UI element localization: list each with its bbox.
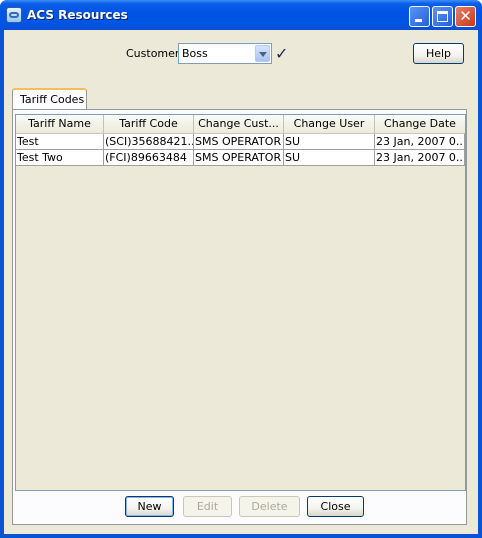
cell-change-customer: SMS OPERATOR: [194, 134, 284, 150]
tab-tariff-codes-label: Tariff Codes: [20, 93, 85, 106]
cell-change-user: SU: [284, 134, 375, 150]
cell-change-date: 23 Jan, 2007 0...: [375, 134, 465, 150]
customer-select[interactable]: Boss: [178, 43, 272, 64]
new-button[interactable]: New: [125, 496, 174, 517]
column-header-tariff-name[interactable]: Tariff Name: [16, 115, 104, 133]
window-title: ACS Resources: [27, 8, 128, 22]
cell-tariff-name: Test: [16, 134, 104, 150]
close-icon: ✕: [459, 7, 472, 25]
cell-tariff-name: Test Two: [16, 150, 104, 166]
checkmark-icon: ✓: [275, 44, 289, 63]
cell-tariff-code: (FCI)89663484: [104, 150, 194, 166]
table-row[interactable]: Test (SCI)35688421... SMS OPERATOR SU 23…: [16, 134, 465, 150]
tariff-codes-table[interactable]: Tariff Name Tariff Code Change Cust... C…: [15, 114, 466, 491]
help-button[interactable]: Help: [413, 43, 464, 64]
maximize-button[interactable]: [432, 6, 453, 27]
cell-change-customer: SMS OPERATOR: [194, 150, 284, 166]
title-bar[interactable]: ACS Resources ✕: [0, 0, 482, 30]
table-row[interactable]: Test Two (FCI)89663484 SMS OPERATOR SU 2…: [16, 150, 465, 166]
maximize-icon: [437, 11, 448, 22]
tab-tariff-codes[interactable]: Tariff Codes: [12, 88, 87, 110]
cell-change-user: SU: [284, 150, 375, 166]
close-window-button[interactable]: ✕: [455, 6, 476, 27]
table-header: Tariff Name Tariff Code Change Cust... C…: [16, 115, 465, 134]
minimize-button[interactable]: [409, 6, 430, 27]
column-header-change-customer[interactable]: Change Cust...: [194, 115, 284, 133]
cell-change-date: 23 Jan, 2007 0...: [375, 150, 465, 166]
minimize-icon: [415, 19, 422, 22]
customer-label: Customer: [126, 47, 180, 60]
tariff-codes-panel: Tariff Name Tariff Code Change Cust... C…: [12, 109, 467, 525]
close-button[interactable]: Close: [307, 496, 364, 517]
chevron-down-icon[interactable]: [255, 45, 270, 62]
column-header-change-date[interactable]: Change Date: [375, 115, 465, 133]
acs-resources-window: ACS Resources ✕ Customer Boss ✓ Help Tar…: [0, 0, 482, 538]
column-header-change-user[interactable]: Change User: [284, 115, 375, 133]
cell-tariff-code: (SCI)35688421...: [104, 134, 194, 150]
dialog-body: Customer Boss ✓ Help Tariff Codes Tariff…: [4, 30, 478, 534]
column-header-tariff-code[interactable]: Tariff Code: [104, 115, 194, 133]
app-icon[interactable]: [6, 7, 22, 23]
edit-button[interactable]: Edit: [183, 496, 232, 517]
customer-select-value: Boss: [182, 47, 208, 60]
delete-button[interactable]: Delete: [239, 496, 300, 517]
